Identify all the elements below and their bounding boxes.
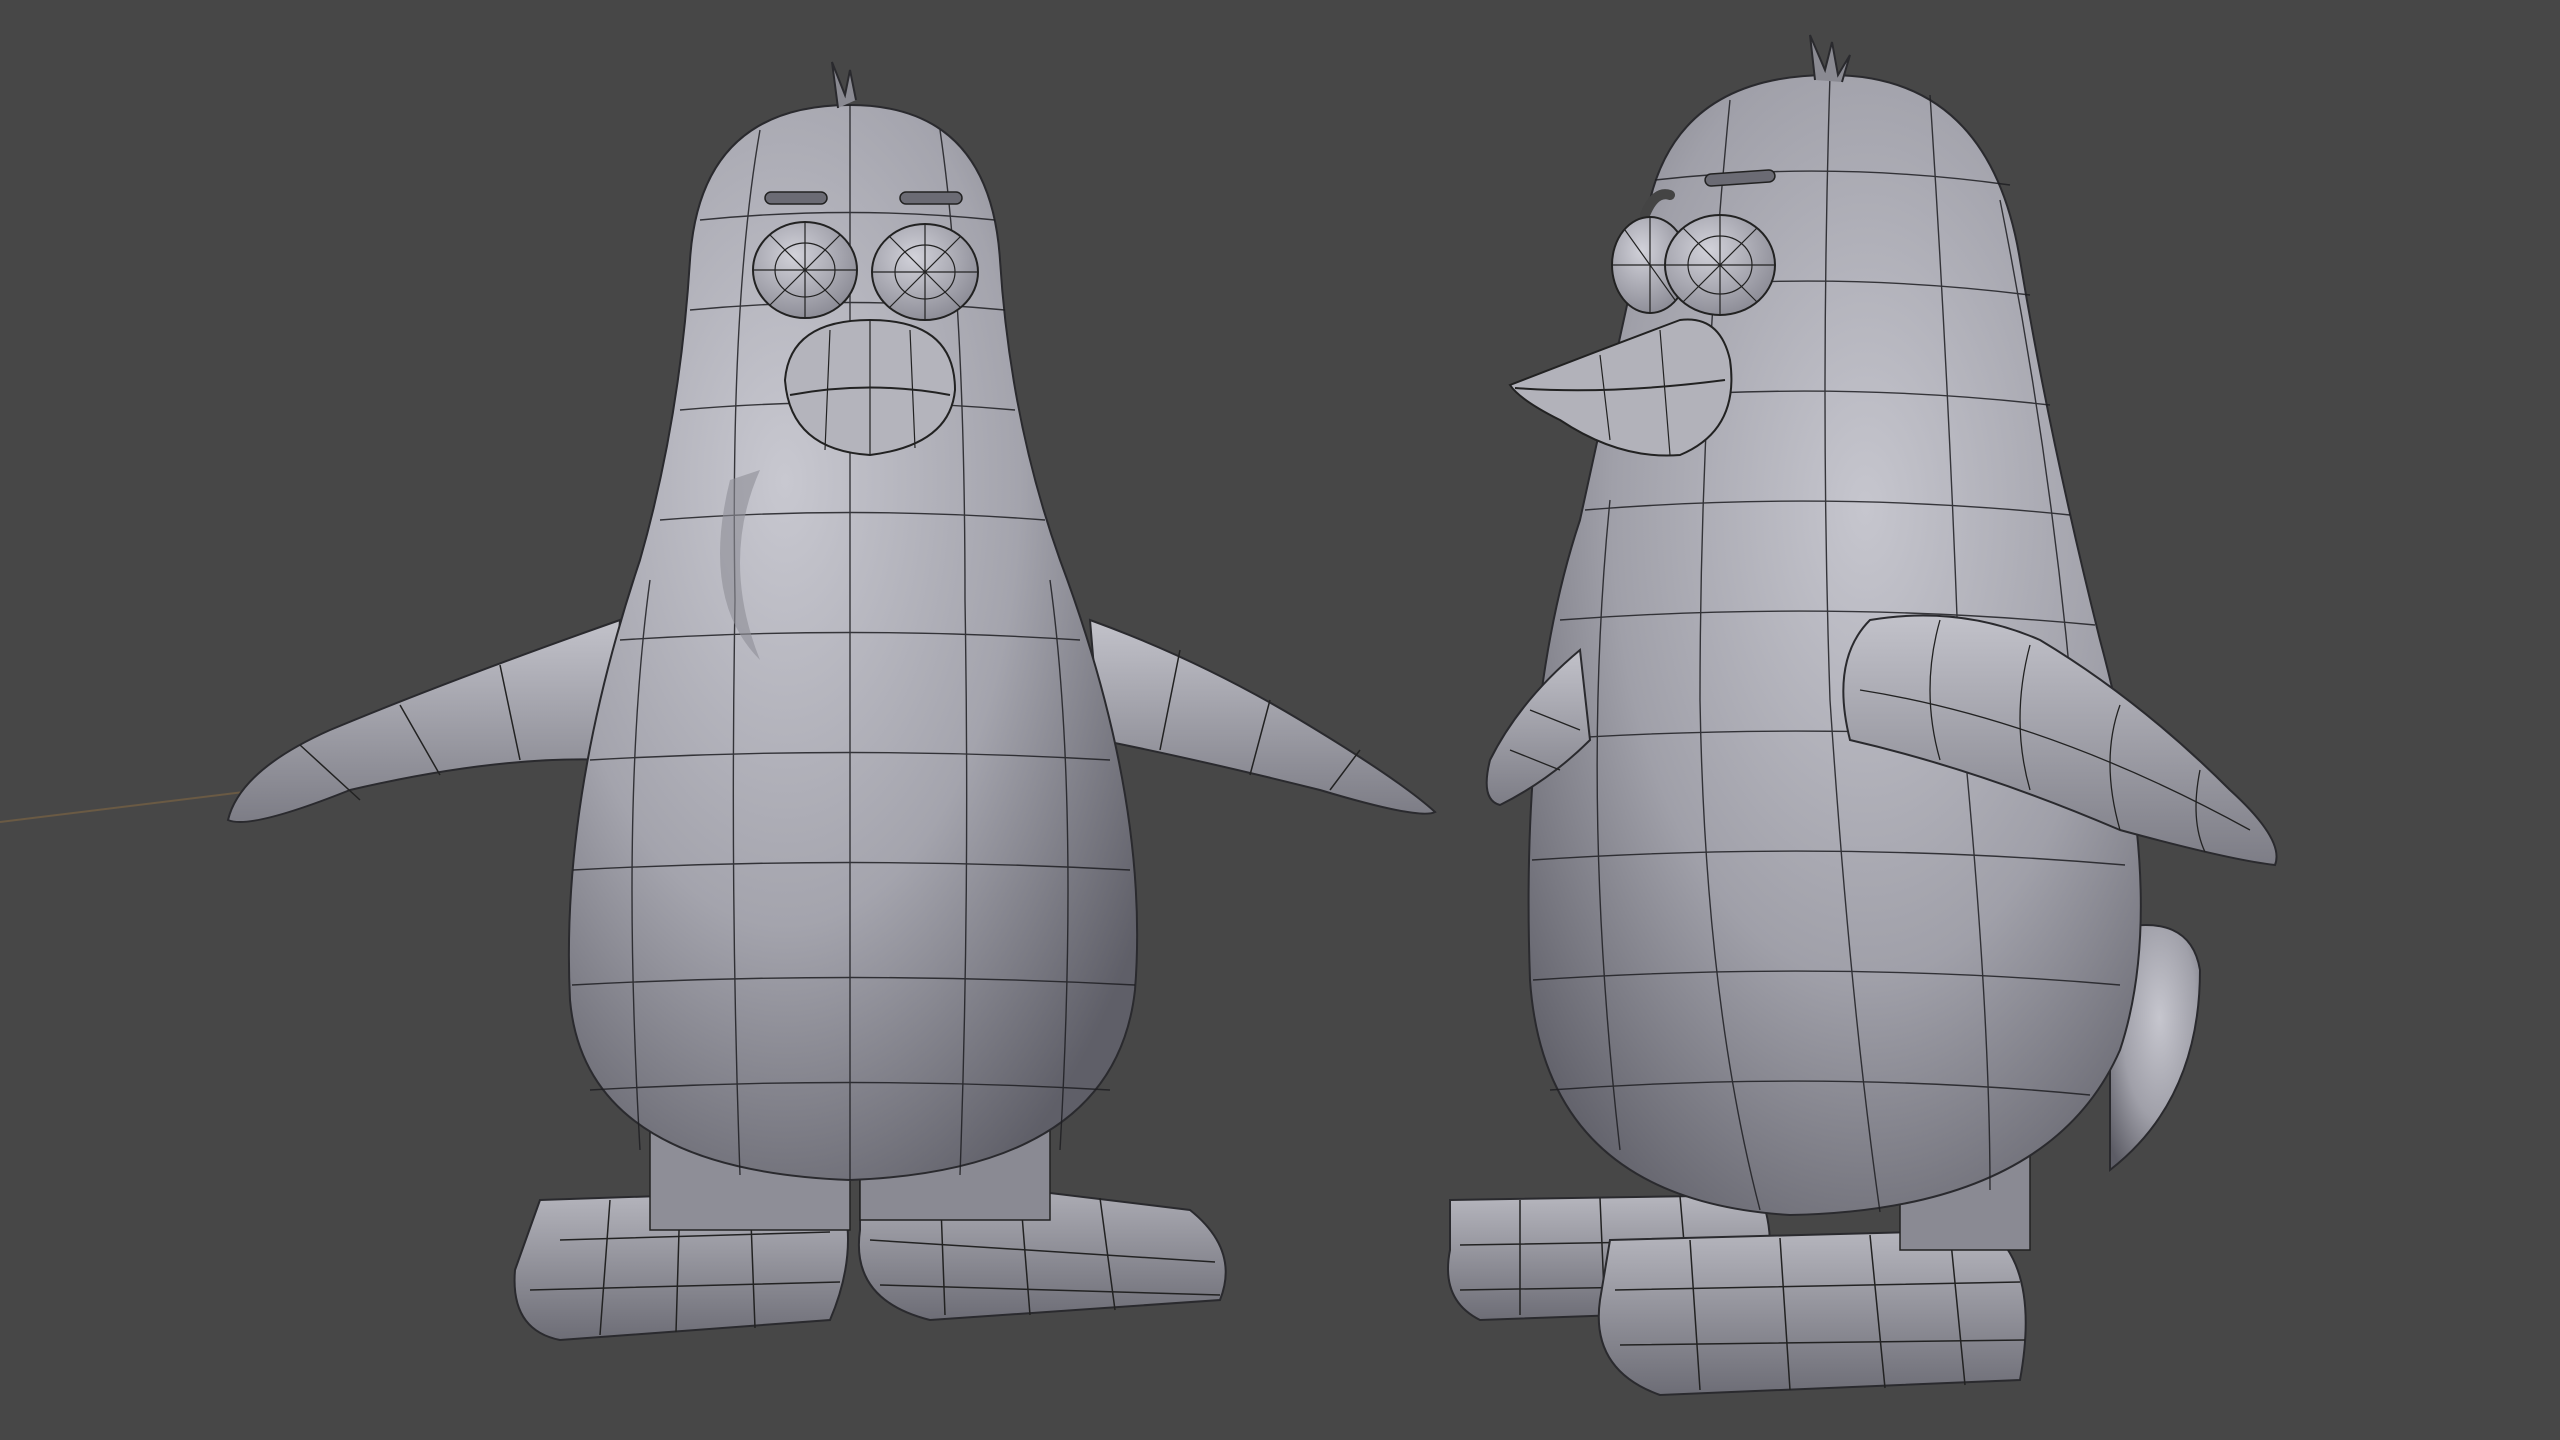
- front-beak: [783, 318, 957, 457]
- side-head-tuft: [1809, 34, 1851, 83]
- front-foot: [1597, 1228, 2027, 1397]
- right-eyebrow: [899, 191, 963, 205]
- 3d-viewport[interactable]: [0, 0, 2560, 1440]
- left-eye: [752, 221, 858, 319]
- right-eye: [871, 223, 979, 321]
- viewport-canvas[interactable]: [0, 0, 2560, 1440]
- penguin-front-view[interactable]: [226, 61, 1437, 1342]
- penguin-three-quarter-view[interactable]: [1447, 34, 2278, 1397]
- front-head-tuft: [831, 61, 857, 109]
- left-eyebrow: [764, 191, 828, 205]
- right-wing: [1088, 618, 1437, 815]
- near-eye: [1664, 214, 1776, 316]
- left-wing: [226, 618, 622, 823]
- floor-x-axis: [0, 789, 261, 823]
